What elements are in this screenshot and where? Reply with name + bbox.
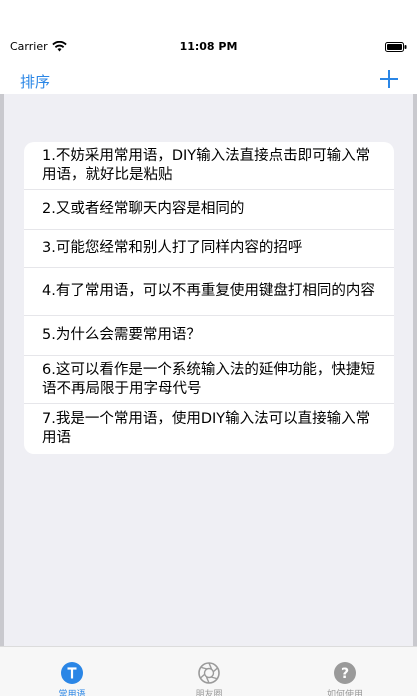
plus-icon[interactable] — [377, 67, 401, 91]
tab-label: 常用语 — [58, 690, 86, 696]
tab-label: 如何使用 — [326, 690, 363, 696]
tab-bar: 常用语 朋友圈 ? 如何使用 — [0, 646, 417, 696]
tab-phrases[interactable]: 常用语 — [32, 653, 112, 696]
sort-button[interactable]: 排序 — [20, 71, 50, 92]
phrase-text: 5.为什么会需要常用语？ — [42, 327, 201, 343]
phrase-text: 2.又或者经常聊天内容是相同的 — [42, 201, 245, 217]
phrase-item[interactable]: 7.我是一个常用语，使用DIY输入法可以直接输入常用语 — [24, 404, 394, 454]
phrase-text: 7.我是一个常用语，使用DIY输入法可以直接输入常用语 — [42, 411, 371, 446]
phrase-text: 6.这可以看作是一个系统输入法的延伸功能，快捷短语不再局限于用字母代号 — [42, 361, 375, 397]
help-icon: ? — [334, 662, 356, 684]
tab-label: 朋友圈 — [195, 690, 223, 696]
phrase-item[interactable]: 4.有了常用语，可以不再重复使用键盘打相同的内容 — [24, 268, 394, 316]
tab-moments[interactable]: 朋友圈 — [169, 653, 249, 696]
phrase-text: 4.有了常用语，可以不再重复使用键盘打相同的内容 — [42, 283, 375, 299]
t-icon — [61, 662, 83, 684]
status-bar: Carrier 11:08 PM — [0, 0, 417, 60]
battery-icon — [385, 42, 407, 52]
phrase-item[interactable]: 2.又或者经常聊天内容是相同的 — [24, 190, 394, 230]
phrase-text: 1.不妨采用常用语，DIY输入法直接点击即可输入常用语，就好比是粘贴 — [42, 147, 371, 183]
tab-how-to-use[interactable]: ? 如何使用 — [305, 653, 385, 696]
svg-text:?: ? — [341, 666, 349, 682]
phrase-text: 3.可能您经常和别人打了同样内容的招呼 — [42, 240, 303, 256]
phrase-item[interactable]: 1.不妨采用常用语，DIY输入法直接点击即可输入常用语，就好比是粘贴 — [24, 142, 394, 190]
phrase-item[interactable]: 6.这可以看作是一个系统输入法的延伸功能，快捷短语不再局限于用字母代号 — [24, 356, 394, 404]
aperture-icon — [198, 662, 220, 684]
status-time: 11:08 PM — [179, 40, 238, 53]
phrase-item[interactable]: 5.为什么会需要常用语？ — [24, 316, 394, 356]
phrase-item[interactable]: 3.可能您经常和别人打了同样内容的招呼 — [24, 230, 394, 268]
phrase-list: 1.不妨采用常用语，DIY输入法直接点击即可输入常用语，就好比是粘贴 2.又或者… — [24, 142, 394, 454]
